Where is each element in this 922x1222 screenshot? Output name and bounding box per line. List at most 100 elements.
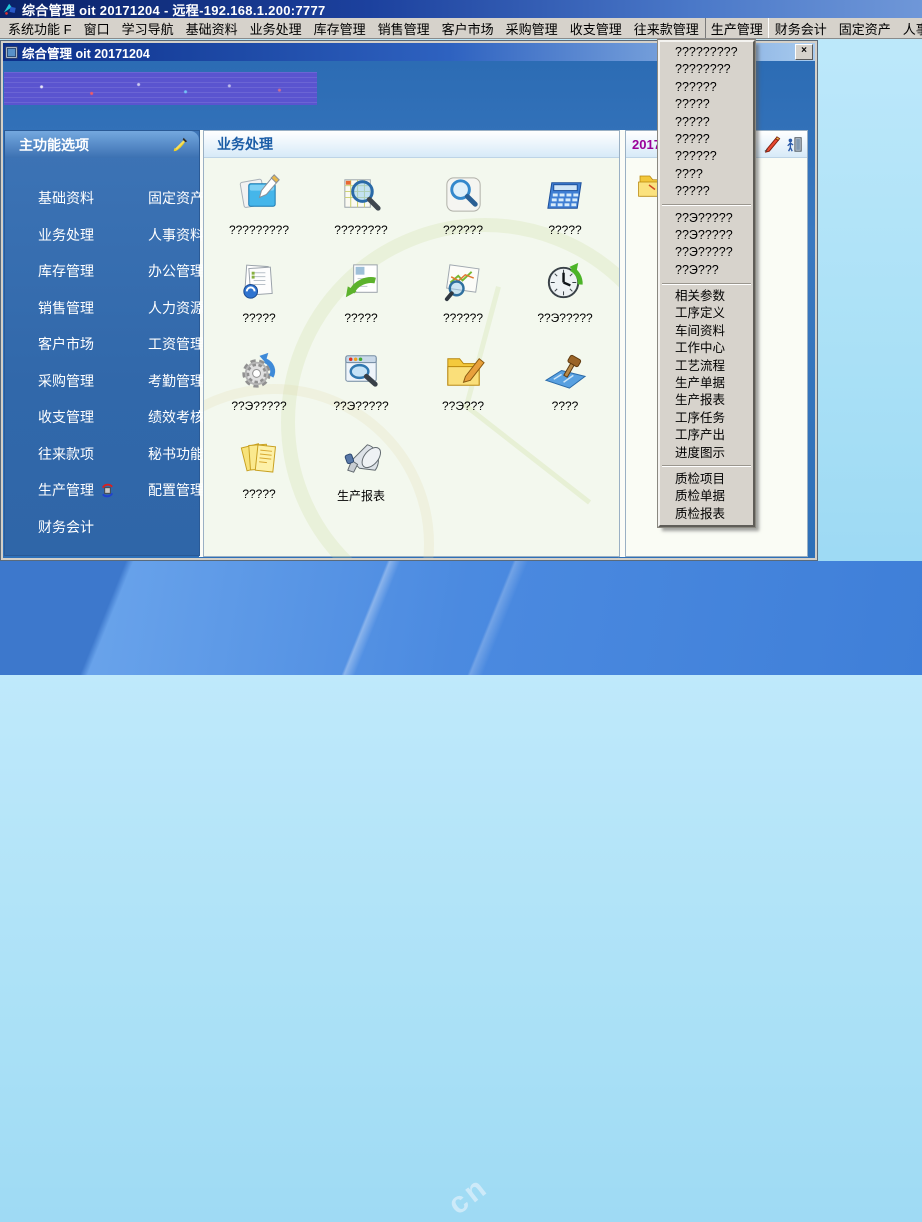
dropdown-menu-item[interactable]: ????? [660, 114, 753, 131]
dropdown-menu-item[interactable]: 进度图示 [660, 445, 753, 462]
sidebar-item[interactable]: 销售管理 [38, 298, 148, 318]
sidebar-item[interactable]: 配置管理 [148, 480, 204, 500]
forms-stack-icon [236, 259, 283, 306]
sidebar-item[interactable]: 基础资料 [38, 188, 148, 208]
dropdown-menu-item[interactable]: 相关参数 [660, 288, 753, 305]
dropdown-menu-item[interactable]: 工序产出 [660, 427, 753, 444]
app-shortcut[interactable]: ????? [310, 254, 412, 342]
dropdown-menu-item[interactable]: ??Э????? [660, 244, 753, 261]
menu-item[interactable]: 基础资料 [180, 18, 244, 39]
sidebar-item-label: 销售管理 [38, 298, 94, 318]
menu-item[interactable]: 学习导航 [116, 18, 180, 39]
sidebar-item[interactable]: 考勤管理 [148, 371, 204, 391]
dropdown-menu-item[interactable]: 工作中心 [660, 340, 753, 357]
dropdown-menu-item[interactable]: 工序定义 [660, 305, 753, 322]
dropdown-menu-item[interactable]: ??Э????? [660, 227, 753, 244]
desktop-wallpaper: cn [0, 561, 922, 675]
sidebar-row: 销售管理 人力资源 [5, 290, 199, 327]
window-icon [5, 46, 18, 59]
menu-item[interactable]: 采购管理 [500, 18, 564, 39]
app-shortcut[interactable]: ????? [514, 166, 616, 254]
app-title: 综合管理 oit 20171204 - 远程-192.168.1.200:777… [22, 0, 326, 19]
sidebar-row: 基础资料 固定资产 [5, 180, 199, 217]
sidebar-item[interactable]: 固定资产 [148, 188, 204, 208]
sidebar-item[interactable]: 绩效考核 [148, 407, 204, 427]
dropdown-menu-item[interactable]: ??Э??? [660, 262, 753, 279]
sidebar-item-label: 固定资产 [148, 188, 204, 208]
sidebar-row: 采购管理 考勤管理 [5, 363, 199, 400]
dropdown-menu-item[interactable]: 生产单据 [660, 375, 753, 392]
sidebar-row: 财务会计 [5, 509, 199, 546]
dropdown-menu-item[interactable]: ???????? [660, 61, 753, 78]
sidebar-item[interactable]: 生产管理 [38, 480, 148, 500]
app-shortcut[interactable]: ?????? [412, 254, 514, 342]
dropdown-menu-item[interactable]: ??Э????? [660, 210, 753, 227]
app-shortcut[interactable]: ???????? [310, 166, 412, 254]
bow-arrow-icon[interactable] [171, 136, 189, 154]
close-button[interactable]: × [795, 44, 813, 60]
menu-item[interactable]: 人事资料 [897, 18, 922, 39]
sidebar-item-label: 配置管理 [148, 480, 204, 500]
app-shortcut-label: ?????? [443, 311, 483, 325]
sidebar-item[interactable]: 往来款项 [38, 444, 148, 464]
dropdown-menu-item[interactable]: ?????? [660, 79, 753, 96]
sidebar-item[interactable]: 办公管理 [148, 261, 204, 281]
sidebar-item[interactable]: 采购管理 [38, 371, 148, 391]
app-shortcut-label: ????? [344, 311, 377, 325]
app-shortcut[interactable]: ????? [208, 430, 310, 518]
dropdown-menu-item[interactable]: 质检单据 [660, 488, 753, 505]
menu-item[interactable]: 客户市场 [436, 18, 500, 39]
menu-item[interactable]: 销售管理 [372, 18, 436, 39]
app-shortcut[interactable]: 生产报表 [310, 430, 412, 518]
menu-item[interactable]: 财务会计 [769, 18, 833, 39]
app-shortcut[interactable]: ????? [208, 254, 310, 342]
dropdown-menu-item[interactable]: ???? [660, 166, 753, 183]
glitch-banner [4, 72, 317, 105]
dropdown-menu-item[interactable]: 质检报表 [660, 506, 753, 523]
menu-item[interactable]: 业务处理 [244, 18, 308, 39]
app-shortcut[interactable]: ??Э????? [514, 254, 616, 342]
sidebar-item[interactable]: 客户市场 [38, 334, 148, 354]
app-title-bar[interactable]: 综合管理 oit 20171204 - 远程-192.168.1.200:777… [0, 0, 922, 18]
dropdown-menu-item[interactable]: 车间资料 [660, 323, 753, 340]
notes-stack-icon [236, 435, 283, 482]
sidebar-title: 主功能选项 [19, 135, 171, 155]
sidebar-item[interactable]: 库存管理 [38, 261, 148, 281]
sidebar-item[interactable]: 人力资源 [148, 298, 204, 318]
app-shortcut[interactable]: ??Э????? [310, 342, 412, 430]
[object Object][interactable] [763, 135, 781, 153]
main-panel-title: 业务处理 [204, 134, 273, 154]
sidebar-item-label: 人力资源 [148, 298, 204, 318]
menu-item[interactable]: 系统功能 F [2, 18, 78, 39]
sidebar-item[interactable]: 人事资料 [148, 225, 204, 245]
app-shortcut[interactable]: ??Э??? [412, 342, 514, 430]
dropdown-menu-item[interactable]: 质检项目 [660, 471, 753, 488]
[object Object][interactable] [785, 135, 803, 153]
app-shortcut[interactable]: ???? [514, 342, 616, 430]
sidebar-item[interactable]: 收支管理 [38, 407, 148, 427]
sidebar-item[interactable]: 业务处理 [38, 225, 148, 245]
main-panel-header: 业务处理 [204, 131, 619, 158]
dropdown-menu-item[interactable]: 工艺流程 [660, 358, 753, 375]
clock-forward-icon [542, 259, 589, 306]
dropdown-menu-item[interactable]: ????? [660, 131, 753, 148]
sidebar-item[interactable]: 秘书功能 [148, 444, 204, 464]
menu-item[interactable]: 窗口 [78, 18, 116, 39]
dropdown-menu-item[interactable]: ????? [660, 96, 753, 113]
menu-item[interactable]: 生产管理 [705, 18, 769, 39]
sidebar-item[interactable]: 工资管理 [148, 334, 204, 354]
app-shortcut[interactable]: ?????? [412, 166, 514, 254]
dropdown-menu-item[interactable]: 生产报表 [660, 392, 753, 409]
dropdown-menu-item [660, 201, 753, 210]
dropdown-menu-item[interactable]: ?????? [660, 148, 753, 165]
menu-item[interactable]: 往来款管理 [628, 18, 705, 39]
app-shortcut[interactable]: ??Э????? [208, 342, 310, 430]
menu-item[interactable]: 库存管理 [308, 18, 372, 39]
dropdown-menu-item[interactable]: 工序任务 [660, 410, 753, 427]
sidebar-item[interactable]: 财务会计 [38, 517, 148, 537]
menu-item[interactable]: 固定资产 [833, 18, 897, 39]
dropdown-menu-item[interactable]: ????????? [660, 44, 753, 61]
menu-item[interactable]: 收支管理 [564, 18, 628, 39]
app-shortcut[interactable]: ????????? [208, 166, 310, 254]
dropdown-menu-item[interactable]: ????? [660, 183, 753, 200]
